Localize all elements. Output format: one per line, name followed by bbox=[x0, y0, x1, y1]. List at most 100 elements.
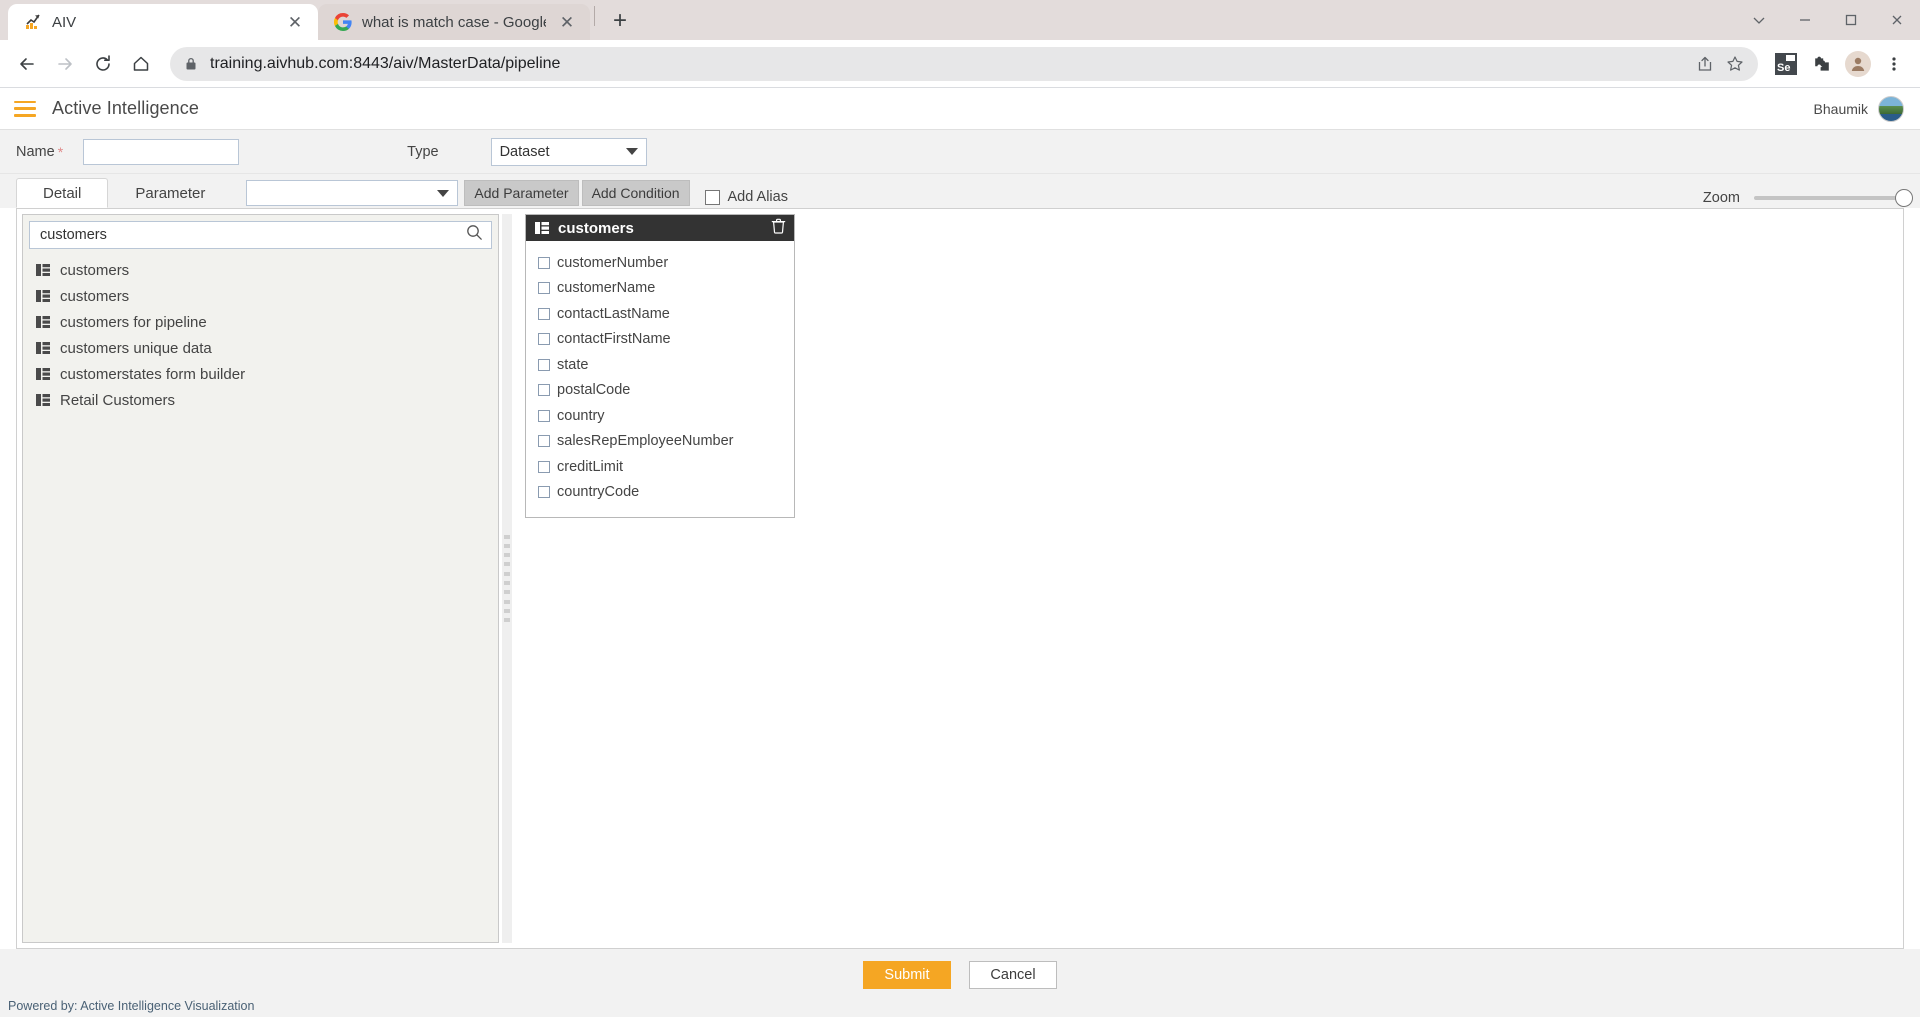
field-checkbox[interactable] bbox=[538, 282, 550, 294]
form-actions: Submit Cancel bbox=[0, 949, 1920, 993]
dataset-field-row[interactable]: contactLastName bbox=[526, 301, 794, 327]
user-avatar[interactable] bbox=[1878, 96, 1904, 122]
field-label: customerName bbox=[557, 280, 655, 296]
table-icon bbox=[36, 342, 50, 354]
dataset-field-row[interactable]: creditLimit bbox=[526, 454, 794, 480]
dataset-field-row[interactable]: contactFirstName bbox=[526, 327, 794, 353]
field-checkbox[interactable] bbox=[538, 257, 550, 269]
table-icon bbox=[36, 316, 50, 328]
star-icon[interactable] bbox=[1726, 55, 1744, 73]
list-item[interactable]: customerstates form builder bbox=[29, 361, 492, 387]
dataset-field-row[interactable]: customerName bbox=[526, 276, 794, 302]
profile-avatar[interactable] bbox=[1842, 48, 1874, 80]
tab-search-chevron-icon[interactable] bbox=[1736, 0, 1782, 40]
parameter-select[interactable] bbox=[246, 180, 458, 206]
back-arrow-icon[interactable] bbox=[10, 47, 44, 81]
zoom-slider[interactable] bbox=[1754, 196, 1904, 200]
editor-toolbar-row: Detail Parameter Add Parameter Add Condi… bbox=[0, 174, 1920, 208]
table-icon bbox=[36, 394, 50, 406]
list-item[interactable]: customers bbox=[29, 283, 492, 309]
table-icon bbox=[36, 290, 50, 302]
window-minimize-icon[interactable] bbox=[1782, 0, 1828, 40]
list-item[interactable]: Retail Customers bbox=[29, 387, 492, 413]
address-bar-url: training.aivhub.com:8443/aiv/MasterData/… bbox=[210, 55, 1684, 73]
list-item[interactable]: customers unique data bbox=[29, 335, 492, 361]
hamburger-menu-icon[interactable] bbox=[14, 101, 36, 117]
list-item[interactable]: customers for pipeline bbox=[29, 309, 492, 335]
dataset-field-row[interactable]: postalCode bbox=[526, 378, 794, 404]
name-input[interactable] bbox=[83, 139, 239, 165]
field-label: country bbox=[557, 408, 605, 424]
chevron-down-icon bbox=[437, 190, 449, 197]
field-label: creditLimit bbox=[557, 459, 623, 475]
dataset-node-title: customers bbox=[558, 220, 762, 237]
field-label: contactFirstName bbox=[557, 331, 671, 347]
field-checkbox[interactable] bbox=[538, 359, 550, 371]
footer: Powered by: Active Intelligence Visualiz… bbox=[0, 993, 1920, 1017]
field-checkbox[interactable] bbox=[538, 486, 550, 498]
zoom-slider-thumb[interactable] bbox=[1895, 189, 1913, 207]
field-label: contactLastName bbox=[557, 306, 670, 322]
browser-tab-google-search[interactable]: what is match case - Google Sear ✕ bbox=[318, 4, 590, 40]
cancel-button[interactable]: Cancel bbox=[969, 961, 1057, 989]
table-icon bbox=[535, 222, 549, 234]
search-icon[interactable] bbox=[466, 224, 483, 246]
home-icon[interactable] bbox=[124, 47, 158, 81]
panel-splitter[interactable] bbox=[502, 214, 512, 943]
table-icon bbox=[36, 264, 50, 276]
list-item-label: customerstates form builder bbox=[60, 366, 245, 383]
field-checkbox[interactable] bbox=[538, 461, 550, 473]
browser-tab-aiv[interactable]: AIV ✕ bbox=[8, 4, 318, 40]
type-label: Type bbox=[407, 144, 438, 160]
dataset-field-row[interactable]: country bbox=[526, 403, 794, 429]
list-item[interactable]: customers bbox=[29, 257, 492, 283]
trash-icon[interactable] bbox=[771, 218, 786, 238]
name-label: Name bbox=[16, 144, 55, 160]
tab-close-icon[interactable]: ✕ bbox=[556, 11, 578, 33]
type-select-value: Dataset bbox=[500, 144, 550, 160]
dataset-field-row[interactable]: salesRepEmployeeNumber bbox=[526, 429, 794, 455]
tab-parameter[interactable]: Parameter bbox=[108, 178, 232, 208]
address-bar[interactable]: training.aivhub.com:8443/aiv/MasterData/… bbox=[170, 47, 1758, 81]
dataset-search-box[interactable]: customers bbox=[29, 221, 492, 249]
add-alias-control[interactable]: Add Alias bbox=[705, 189, 788, 205]
field-checkbox[interactable] bbox=[538, 308, 550, 320]
app-header: Active Intelligence Bhaumik bbox=[0, 88, 1920, 130]
dataset-node-card[interactable]: customers customerNumber customerName co… bbox=[525, 214, 795, 518]
submit-button[interactable]: Submit bbox=[863, 961, 951, 989]
dataset-field-row[interactable]: state bbox=[526, 352, 794, 378]
add-condition-button[interactable]: Add Condition bbox=[582, 180, 690, 206]
tab-detail[interactable]: Detail bbox=[16, 178, 108, 208]
field-label: postalCode bbox=[557, 382, 630, 398]
field-checkbox[interactable] bbox=[538, 384, 550, 396]
share-icon[interactable] bbox=[1696, 55, 1714, 73]
footer-text: Powered by: Active Intelligence Visualiz… bbox=[8, 999, 254, 1013]
kebab-menu-icon[interactable] bbox=[1878, 48, 1910, 80]
window-close-icon[interactable] bbox=[1874, 0, 1920, 40]
new-tab-button[interactable]: + bbox=[603, 4, 637, 38]
type-select[interactable]: Dataset bbox=[491, 138, 647, 166]
dataset-field-list: customerNumber customerName contactLastN… bbox=[526, 241, 794, 517]
field-checkbox[interactable] bbox=[538, 410, 550, 422]
field-label: countryCode bbox=[557, 484, 639, 500]
add-alias-checkbox[interactable] bbox=[705, 190, 720, 205]
record-form-row: Name * Type Dataset bbox=[0, 130, 1920, 174]
dataset-field-row[interactable]: countryCode bbox=[526, 480, 794, 506]
list-item-label: customers unique data bbox=[60, 340, 212, 357]
user-name-label: Bhaumik bbox=[1814, 101, 1868, 117]
zoom-label: Zoom bbox=[1703, 190, 1740, 206]
reload-icon[interactable] bbox=[86, 47, 120, 81]
window-maximize-icon[interactable] bbox=[1828, 0, 1874, 40]
puzzle-icon[interactable] bbox=[1806, 48, 1838, 80]
window-controls bbox=[1736, 0, 1920, 40]
dataset-search-panel: customers customers customers bbox=[22, 214, 499, 943]
field-checkbox[interactable] bbox=[538, 435, 550, 447]
dataset-node-header[interactable]: customers bbox=[526, 215, 794, 241]
dataset-field-row[interactable]: customerNumber bbox=[526, 250, 794, 276]
add-parameter-button[interactable]: Add Parameter bbox=[464, 180, 578, 206]
selenium-extension-icon[interactable]: Se bbox=[1770, 48, 1802, 80]
field-checkbox[interactable] bbox=[538, 333, 550, 345]
forward-arrow-icon[interactable] bbox=[48, 47, 82, 81]
tab-close-icon[interactable]: ✕ bbox=[284, 11, 306, 33]
list-item-label: customers bbox=[60, 288, 129, 305]
